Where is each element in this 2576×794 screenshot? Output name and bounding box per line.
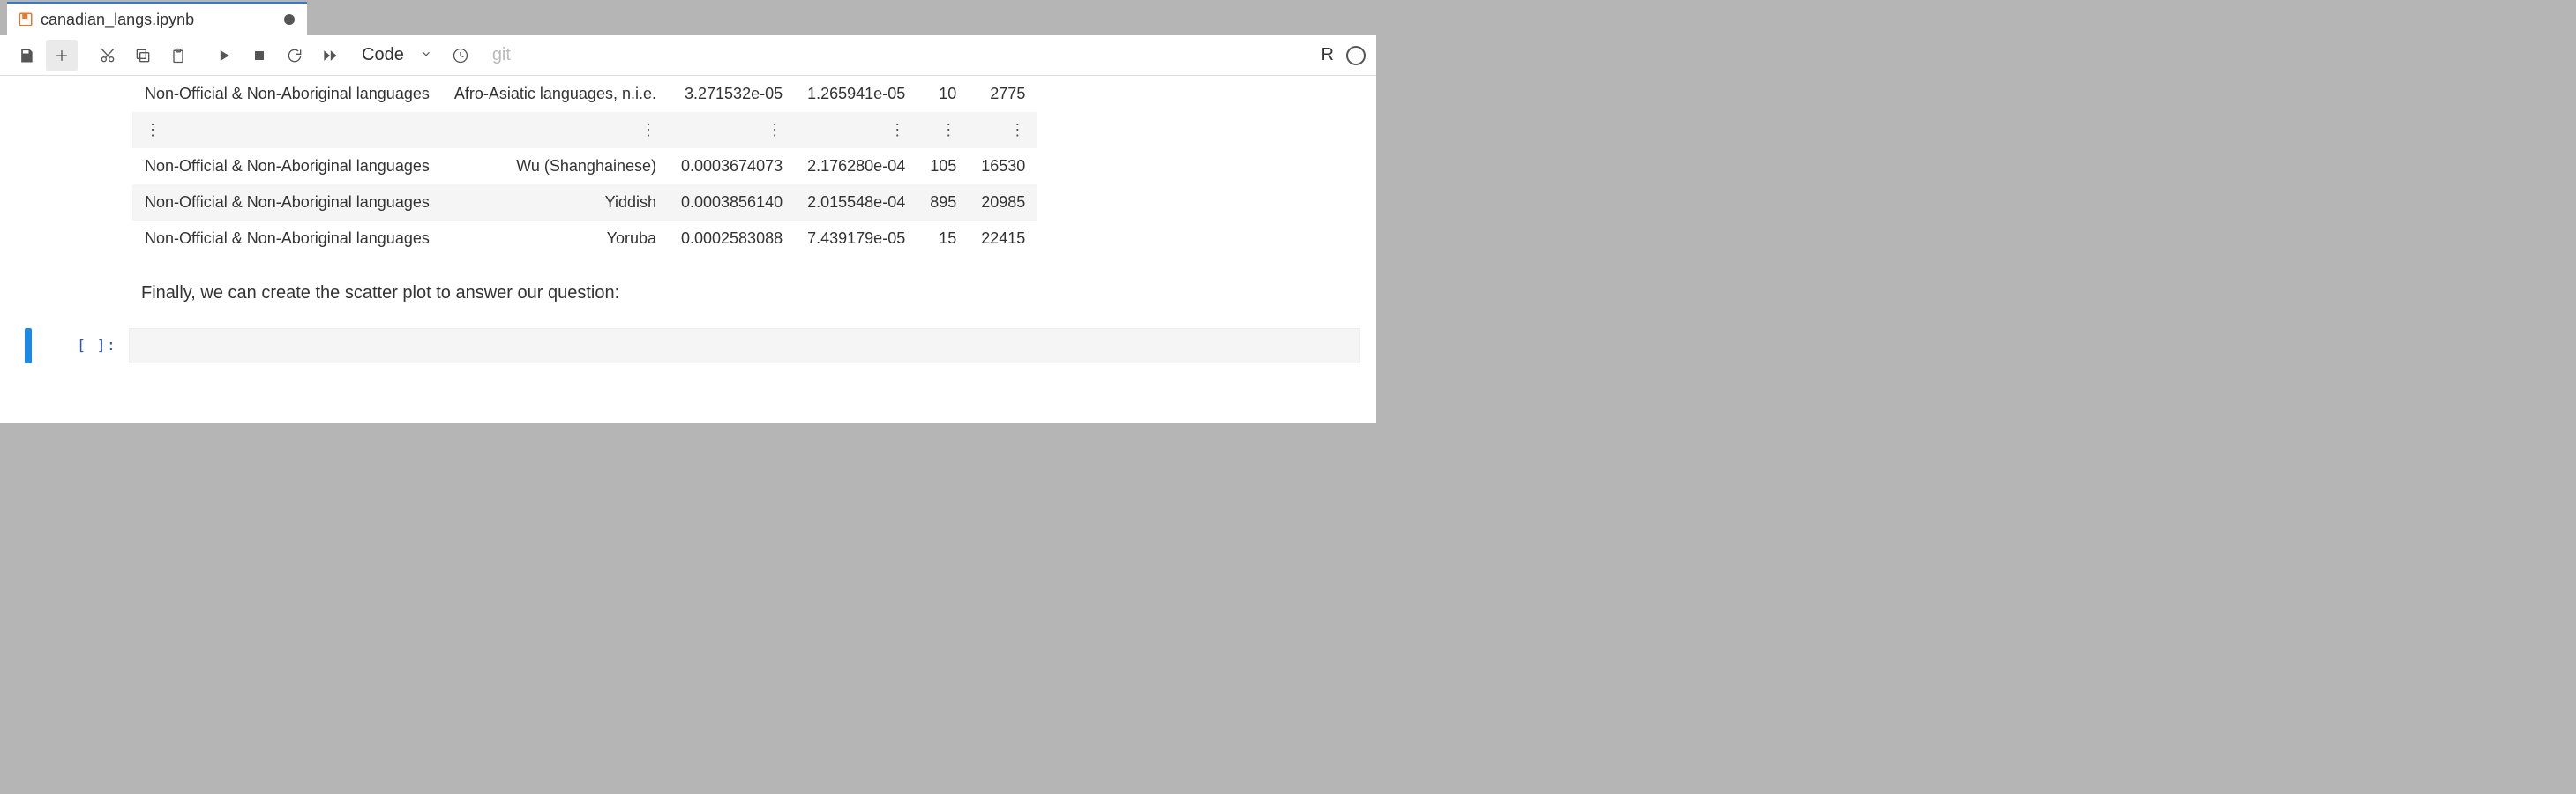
tab-bar: canadian_langs.ipynb bbox=[0, 0, 1376, 35]
table-cell: Non-Official & Non-Aboriginal languages bbox=[132, 148, 442, 184]
notebook-icon bbox=[18, 11, 34, 27]
table-cell: 0.0003674073 bbox=[669, 148, 795, 184]
table-cell: Afro-Asiatic languages, n.i.e. bbox=[442, 76, 669, 112]
notebook-toolbar: Code git R bbox=[0, 35, 1376, 76]
ellipsis-cell: ⋮ bbox=[132, 112, 442, 148]
cut-button[interactable] bbox=[92, 40, 124, 71]
kernel-status-icon[interactable] bbox=[1346, 46, 1366, 65]
kernel-name[interactable]: R bbox=[1322, 45, 1334, 65]
table-row: Non-Official & Non-Aboriginal languagesY… bbox=[132, 184, 1037, 221]
table-cell: Non-Official & Non-Aboriginal languages bbox=[132, 184, 442, 221]
table-row: Non-Official & Non-Aboriginal languagesW… bbox=[132, 148, 1037, 184]
ellipsis-cell: ⋮ bbox=[795, 112, 917, 148]
notebook-body: Non-Official & Non-Aboriginal languagesA… bbox=[0, 76, 1376, 423]
restart-kernel-button[interactable] bbox=[279, 40, 311, 71]
copy-button[interactable] bbox=[127, 40, 159, 71]
table-cell: 22415 bbox=[969, 221, 1037, 257]
table-cell: 15 bbox=[917, 221, 969, 257]
table-cell: 7.439179e-05 bbox=[795, 221, 917, 257]
paste-button[interactable] bbox=[162, 40, 194, 71]
table-cell: 16530 bbox=[969, 148, 1037, 184]
unsaved-indicator-icon bbox=[284, 14, 295, 25]
ellipsis-cell: ⋮ bbox=[442, 112, 669, 148]
table-cell: 3.271532e-05 bbox=[669, 76, 795, 112]
tab-title: canadian_langs.ipynb bbox=[41, 11, 277, 29]
table-cell: 0.0002583088 bbox=[669, 221, 795, 257]
restart-run-all-button[interactable] bbox=[314, 40, 346, 71]
code-input-area[interactable] bbox=[129, 328, 1360, 363]
table-cell: Wu (Shanghainese) bbox=[442, 148, 669, 184]
table-row: Non-Official & Non-Aboriginal languagesA… bbox=[132, 76, 1037, 112]
insert-cell-button[interactable] bbox=[46, 40, 78, 71]
command-history-button[interactable] bbox=[445, 40, 476, 71]
chevron-down-icon bbox=[420, 45, 432, 65]
run-button[interactable] bbox=[208, 40, 240, 71]
save-button[interactable] bbox=[11, 40, 42, 71]
output-dataframe: Non-Official & Non-Aboriginal languagesA… bbox=[132, 76, 1037, 257]
notebook-tab[interactable]: canadian_langs.ipynb bbox=[7, 2, 307, 35]
table-row: Non-Official & Non-Aboriginal languagesY… bbox=[132, 221, 1037, 257]
table-cell: Yoruba bbox=[442, 221, 669, 257]
table-cell: 105 bbox=[917, 148, 969, 184]
ellipsis-cell: ⋮ bbox=[669, 112, 795, 148]
toolbar-right: R bbox=[1322, 45, 1366, 65]
table-cell: Non-Official & Non-Aboriginal languages bbox=[132, 221, 442, 257]
cell-prompt: [ ]: bbox=[32, 328, 129, 363]
cell-type-selector[interactable]: Code bbox=[353, 41, 441, 69]
cell-active-indicator bbox=[25, 328, 32, 363]
cell-type-label: Code bbox=[362, 45, 404, 65]
ellipsis-cell: ⋮ bbox=[917, 112, 969, 148]
table-cell: 1.265941e-05 bbox=[795, 76, 917, 112]
table-cell: 2.015548e-04 bbox=[795, 184, 917, 221]
table-cell: 2775 bbox=[969, 76, 1037, 112]
table-cell: 0.0003856140 bbox=[669, 184, 795, 221]
interrupt-button[interactable] bbox=[243, 40, 275, 71]
table-cell: Yiddish bbox=[442, 184, 669, 221]
table-cell: 20985 bbox=[969, 184, 1037, 221]
table-cell: 2.176280e-04 bbox=[795, 148, 917, 184]
table-row: ⋮⋮⋮⋮⋮⋮ bbox=[132, 112, 1037, 148]
table-cell: 895 bbox=[917, 184, 969, 221]
code-cell[interactable]: [ ]: bbox=[0, 328, 1376, 363]
markdown-paragraph: Finally, we can create the scatter plot … bbox=[141, 283, 1376, 303]
table-cell: Non-Official & Non-Aboriginal languages bbox=[132, 76, 442, 112]
ellipsis-cell: ⋮ bbox=[969, 112, 1037, 148]
table-cell: 10 bbox=[917, 76, 969, 112]
git-label[interactable]: git bbox=[492, 45, 511, 65]
